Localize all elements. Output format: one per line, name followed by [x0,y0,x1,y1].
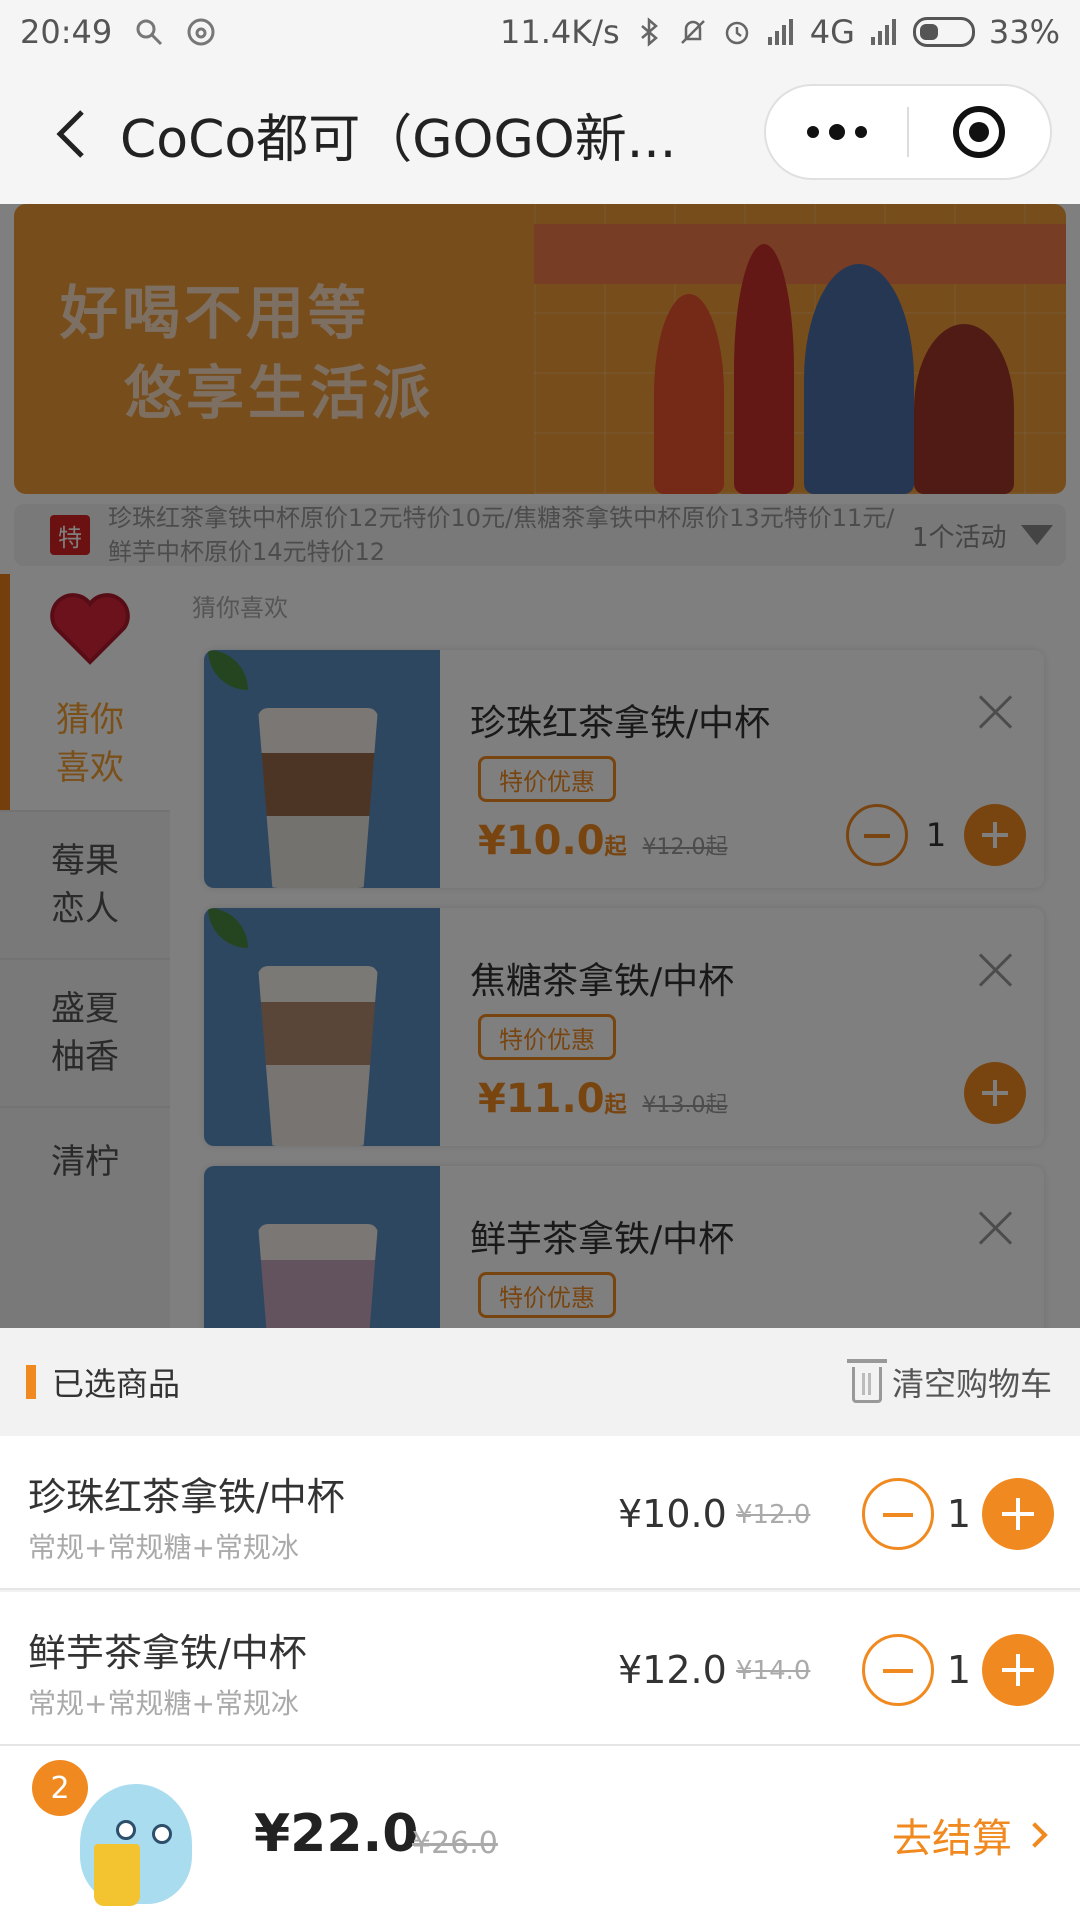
signal-icon-2 [870,19,896,45]
netease-music-icon [187,18,215,46]
accent-bar [26,1365,36,1399]
quantity-value: 1 [946,1492,972,1536]
network-type: 4G [809,13,855,51]
bluetooth-icon [640,17,658,47]
mascot-eye [116,1820,136,1840]
mascot-eye [152,1824,172,1844]
cart-total: ¥22.0 [254,1804,419,1864]
chevron-left-icon [56,110,84,158]
nav-bar: CoCo都可（GOGO新... [0,64,1080,204]
more-button[interactable] [766,86,907,178]
checkout-button[interactable]: 去结算 [892,1806,1048,1864]
signal-icon [767,19,793,45]
checkout-label: 去结算 [892,1816,1012,1862]
cart-item-price: ¥10.0 [618,1492,727,1536]
clear-cart-button[interactable]: 清空购物车 [846,1359,1052,1405]
chevron-right-icon [1022,1822,1048,1848]
cart-item: 珍珠红茶拿铁/中杯 常规+常规糖+常规冰 ¥10.0 ¥12.0 1 [0,1436,1080,1590]
increase-button[interactable] [982,1634,1054,1706]
mascot-cup [94,1844,140,1906]
checkout-bar: 2 ¥22.0 ¥26.0 去结算 [0,1746,1080,1920]
cart-count-badge: 2 [32,1760,88,1816]
quantity-value: 1 [946,1648,972,1692]
search-icon [136,19,163,46]
more-dot-icon [828,124,845,140]
mute-icon [680,20,705,44]
decrease-button[interactable] [862,1634,934,1706]
battery-icon [912,17,975,47]
page-title: CoCo都可（GOGO新... [120,109,677,170]
target-icon [953,106,1006,158]
status-bar: 20:49 11.4K/s 4G 33% [0,0,1080,64]
close-miniprogram-button[interactable] [909,86,1050,178]
cart-item: 鲜芋茶拿铁/中杯 常规+常规糖+常规冰 ¥12.0 ¥14.0 1 [0,1592,1080,1746]
cart-title: 已选商品 [52,1365,181,1403]
cart-item-spec: 常规+常规糖+常规冰 [28,1531,299,1564]
status-time: 20:49 [20,13,113,51]
cart-total-original: ¥26.0 [412,1826,498,1861]
more-dot-icon [854,126,867,138]
alarm-icon [725,21,748,45]
modal-backdrop[interactable] [0,204,1080,1328]
cart-item-spec: 常规+常规糖+常规冰 [28,1687,299,1720]
cart-item-name: 鲜芋茶拿铁/中杯 [28,1631,307,1675]
clear-cart-label: 清空购物车 [891,1365,1052,1403]
cart-item-name: 珍珠红茶拿铁/中杯 [28,1475,345,1519]
decrease-button[interactable] [862,1478,934,1550]
trash-icon [846,1359,887,1403]
cart-header: 已选商品 清空购物车 [0,1328,1080,1436]
net-speed: 11.4K/s [500,13,620,51]
more-dot-icon [806,126,819,138]
back-button[interactable] [20,84,120,184]
miniprogram-capsule [764,84,1052,180]
cart-item-price: ¥12.0 [618,1648,727,1692]
cart-item-original-price: ¥14.0 [736,1656,811,1686]
battery-level: 33% [988,13,1060,51]
increase-button[interactable] [982,1478,1054,1550]
cart-item-original-price: ¥12.0 [736,1500,811,1530]
